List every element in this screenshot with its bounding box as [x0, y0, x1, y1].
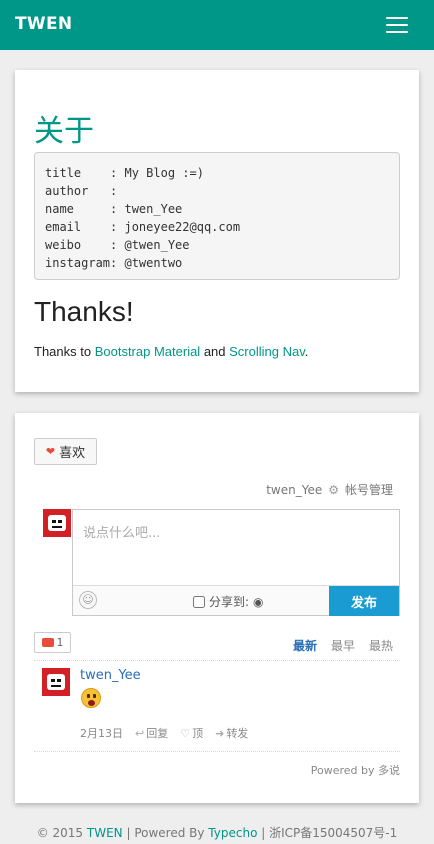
- thanks-text: Thanks to Bootstrap Material and Scrolli…: [34, 344, 308, 359]
- footer-twen-link[interactable]: TWEN: [87, 826, 123, 840]
- about-title: 关于: [34, 114, 94, 149]
- forward-icon: ➜: [215, 727, 225, 740]
- footer-powered: | Powered By: [122, 826, 209, 840]
- comment-author[interactable]: twen_Yee: [80, 668, 141, 683]
- powered-by-duoshuo[interactable]: Powered by 多说: [311, 762, 400, 778]
- footer-icp: | 浙ICP备15004507号-1: [257, 826, 398, 840]
- share-checkbox[interactable]: [193, 595, 205, 608]
- thumbs-up-icon: ♡: [180, 727, 191, 740]
- reply-label: 回复: [146, 727, 169, 740]
- footer-typecho-link[interactable]: Typecho: [208, 826, 257, 840]
- comment-avatar[interactable]: [42, 668, 70, 696]
- comment-editor: ☺ 分享到: ◉ 发布: [72, 509, 400, 616]
- reply-button[interactable]: ↩ 回复: [135, 725, 168, 741]
- account-bar: twen_Yee ⚙ 帐号管理: [266, 481, 393, 498]
- upvote-button[interactable]: ♡ 顶: [180, 725, 203, 741]
- scrolling-nav-link[interactable]: Scrolling Nav: [229, 344, 305, 359]
- upvote-label: 顶: [192, 727, 204, 740]
- share-option[interactable]: 分享到: ◉: [193, 593, 264, 610]
- tab-newest[interactable]: 最新: [293, 637, 317, 654]
- comment-count: 1: [56, 636, 64, 649]
- comment-meta: 2月13日 ↩ 回复 ♡ 顶 ➜ 转发: [80, 725, 248, 741]
- brand-logo[interactable]: TWEN: [15, 14, 72, 34]
- bootstrap-material-link[interactable]: Bootstrap Material: [95, 344, 201, 359]
- thanks-title: Thanks!: [34, 296, 134, 327]
- forward-button[interactable]: ➜ 转发: [215, 725, 248, 741]
- thanks-prefix: Thanks to: [34, 344, 95, 359]
- footer-copyright: © 2015: [36, 826, 87, 840]
- reply-icon: ↩: [135, 727, 145, 740]
- forward-label: 转发: [226, 727, 249, 740]
- account-manage-link[interactable]: 帐号管理: [345, 481, 393, 498]
- gear-icon: ⚙: [328, 482, 339, 497]
- comment-input[interactable]: [73, 510, 399, 586]
- editor-toolbar: ☺ 分享到: ◉ 发布: [73, 585, 399, 616]
- comment-date: 2月13日: [80, 727, 123, 740]
- comment-bubble-icon: [41, 638, 54, 647]
- divider: [34, 660, 400, 661]
- hamburger-icon[interactable]: [380, 12, 416, 38]
- share-label: 分享到:: [209, 595, 250, 609]
- like-button[interactable]: ❤ 喜欢: [34, 438, 97, 465]
- comment-count-badge: 1: [34, 632, 71, 653]
- navbar: TWEN: [0, 0, 434, 50]
- tab-hottest[interactable]: 最热: [369, 637, 393, 654]
- tab-oldest[interactable]: 最早: [331, 637, 355, 654]
- weibo-icon[interactable]: ◉: [253, 595, 263, 609]
- emoji-icon[interactable]: ☺: [79, 591, 97, 609]
- thanks-suffix: .: [304, 344, 309, 359]
- thanks-mid: and: [200, 344, 230, 359]
- profile-info-block: title : My Blog :=) author : name : twen…: [34, 152, 400, 280]
- like-label: 喜欢: [59, 446, 86, 461]
- current-user-avatar: [43, 509, 71, 537]
- publish-button[interactable]: 发布: [329, 586, 399, 616]
- sort-tabs: 最新 最早 最热: [293, 637, 393, 654]
- comments-card: ❤ 喜欢 twen_Yee ⚙ 帐号管理 ☺ 分享到: ◉ 发布 1 最新 最早…: [15, 413, 419, 803]
- surprised-emoji-icon: [81, 688, 101, 708]
- about-card: 关于 title : My Blog :=) author : name : t…: [15, 70, 419, 392]
- heart-icon: ❤: [45, 445, 56, 458]
- page-footer: © 2015 TWEN | Powered By Typecho | 浙ICP备…: [0, 824, 434, 841]
- divider: [34, 751, 400, 752]
- current-user-name[interactable]: twen_Yee: [266, 483, 322, 497]
